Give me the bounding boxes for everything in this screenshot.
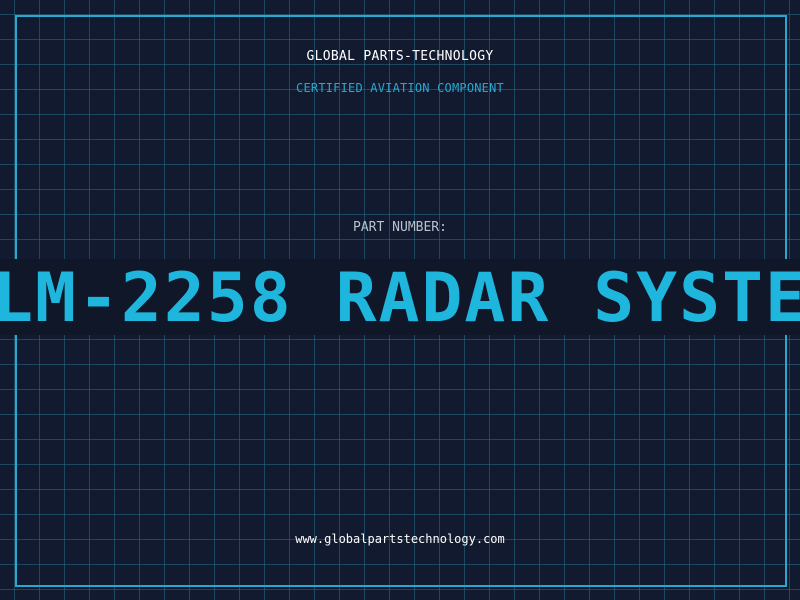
part-number-band: ALM-2258 RADAR SYSTEM <box>0 259 800 335</box>
company-name: GLOBAL PARTS-TECHNOLOGY <box>306 49 494 64</box>
certification-subtitle: CERTIFIED AVIATION COMPONENT <box>296 81 504 95</box>
part-number-value: ALM-2258 RADAR SYSTEM <box>0 259 800 336</box>
part-number-container: ALM-2258 RADAR SYSTEM <box>0 259 800 336</box>
website-url[interactable]: www.globalpartstechnology.com <box>0 531 800 547</box>
part-certificate-page: GLOBAL PARTS-TECHNOLOGY CERTIFIED AVIATI… <box>0 0 800 600</box>
part-number-label: PART NUMBER: <box>353 220 447 235</box>
